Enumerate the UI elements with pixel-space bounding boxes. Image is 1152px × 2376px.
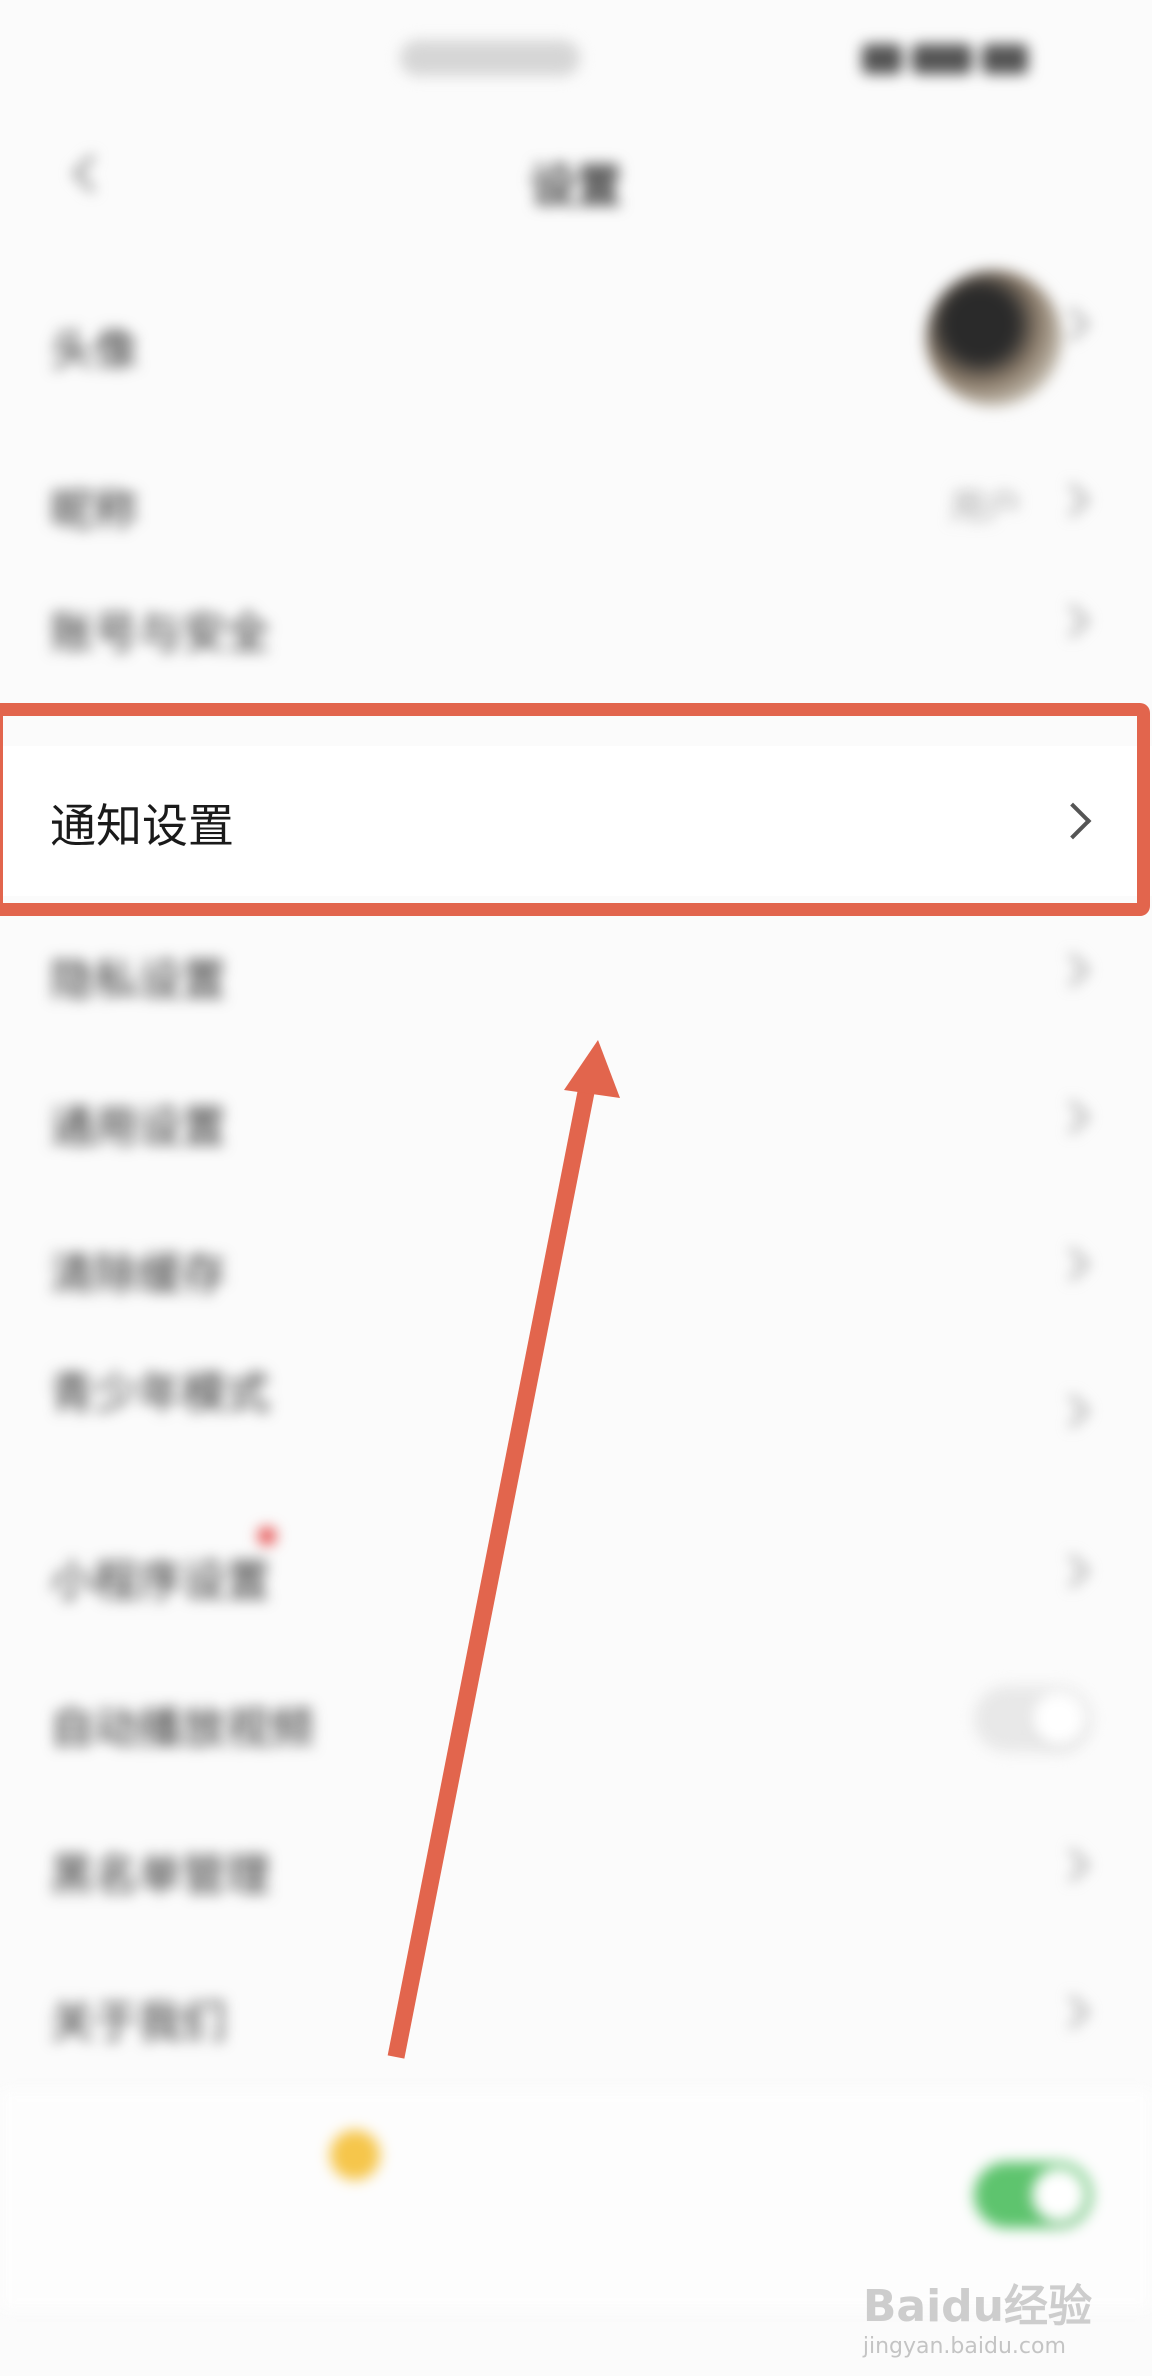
chevron-right-icon [1058, 802, 1092, 836]
watermark-brand: Baidu经验 [862, 2281, 1092, 2332]
row-label: 自动播放视频 [50, 1703, 314, 1754]
card-toggle[interactable] [974, 2162, 1092, 2228]
chevron-right-icon [1058, 1393, 1092, 1427]
row-label: 通用设置 [50, 1102, 226, 1153]
settings-row-avatar[interactable]: 头像 [0, 250, 1152, 426]
chevron-right-icon [1058, 1246, 1092, 1280]
row-value: 用户 [949, 487, 1022, 528]
chevron-right-icon [1058, 1099, 1092, 1133]
settings-row-about[interactable]: 关于我们 [0, 1938, 1152, 2085]
row-label: 账号与安全 [50, 608, 270, 659]
chevron-right-icon [1058, 952, 1092, 986]
settings-row-autoplay[interactable]: 自动播放视频 [0, 1644, 1152, 1791]
settings-row-blacklist[interactable]: 黑名单管理 [0, 1791, 1152, 1938]
status-time [400, 40, 580, 76]
status-bar [0, 0, 1152, 120]
row-label: 头像 [50, 325, 138, 376]
row-label: 关于我们 [50, 1997, 226, 2048]
chevron-right-icon [1058, 1994, 1092, 2028]
chevron-right-icon [1058, 603, 1092, 637]
settings-row-privacy[interactable]: 隐私设置 [0, 896, 1152, 1043]
row-label: 黑名单管理 [50, 1850, 270, 1901]
notification-dot [258, 1527, 276, 1545]
settings-row-teen-mode[interactable]: 青少年模式 [0, 1337, 1152, 1497]
settings-list-lower: 隐私设置 通用设置 清除缓存 青少年模式 小程序设置 自动播放视频 黑名单管理 … [0, 896, 1152, 2085]
settings-row-account[interactable]: 账号与安全 [0, 573, 1152, 683]
chevron-right-icon [1058, 1553, 1092, 1587]
settings-row-general[interactable]: 通用设置 [0, 1043, 1152, 1190]
chevron-right-icon [1058, 306, 1092, 340]
page-title: 设置 [530, 159, 622, 213]
row-label: 小程序设置 [50, 1556, 270, 1607]
baidu-watermark: Baidu经验 jingyan.baidu.com [863, 2270, 1092, 2359]
row-label: 清除缓存 [50, 1249, 226, 1300]
settings-list: 头像 昵称 用户 账号与安全 [0, 250, 1152, 683]
row-label: 通知设置 [50, 799, 234, 853]
row-label: 隐私设置 [50, 955, 226, 1006]
nav-bar: 设置 [0, 120, 1152, 230]
chevron-right-icon [1058, 1847, 1092, 1881]
avatar [926, 270, 1062, 406]
settings-row-notifications[interactable]: 通知设置 [0, 746, 1152, 896]
status-icons [852, 44, 1072, 78]
emoji-icon [330, 2130, 380, 2180]
settings-row-nickname[interactable]: 昵称 用户 [0, 426, 1152, 573]
row-label: 昵称 [50, 485, 138, 536]
autoplay-toggle[interactable] [974, 1686, 1092, 1752]
chevron-right-icon [1058, 482, 1092, 516]
settings-row-cache[interactable]: 清除缓存 [0, 1190, 1152, 1337]
row-label: 青少年模式 [50, 1368, 270, 1419]
settings-row-miniprogram[interactable]: 小程序设置 [0, 1497, 1152, 1644]
watermark-url: jingyan.baidu.com [862, 2334, 1066, 2359]
